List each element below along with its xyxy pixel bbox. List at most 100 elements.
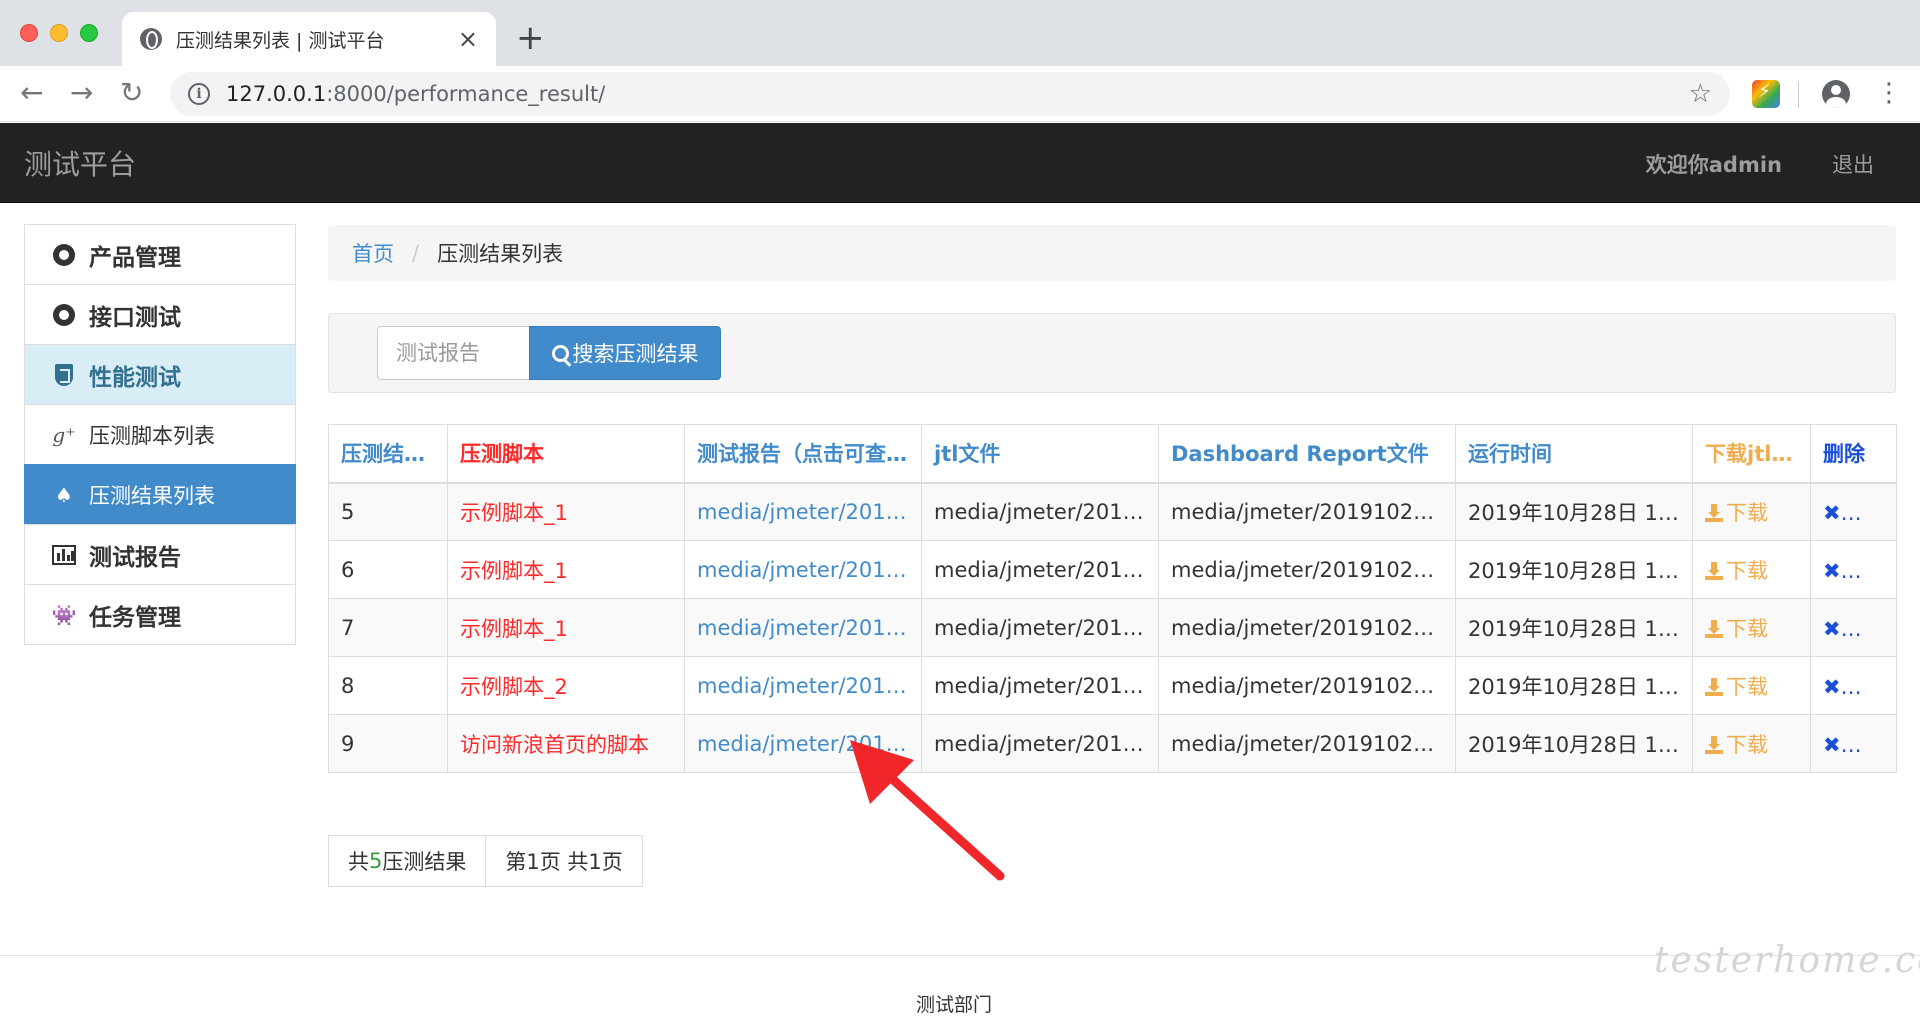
cell-id: 8	[328, 656, 448, 715]
cell-dashboard: media/jmeter/201910271…	[1158, 598, 1456, 657]
address-bar: ← → ↻ i 127.0.0.1:8000/performance_resul…	[0, 66, 1920, 122]
delete-button[interactable]: ✖删除	[1810, 714, 1897, 773]
bookmark-star-icon[interactable]: ☆	[1689, 79, 1712, 109]
count-prefix: 共	[348, 850, 369, 874]
cell-script: 示例脚本_1	[447, 540, 685, 599]
url-input[interactable]: i 127.0.0.1:8000/performance_result/ ☆	[170, 72, 1730, 116]
download-icon	[1705, 503, 1723, 522]
cell-report-link[interactable]: media/jmeter/2019…	[684, 656, 922, 715]
table-row: 6 示例脚本_1 media/jmeter/2019… media/jmeter…	[328, 540, 1897, 599]
delete-button[interactable]: ✖删除	[1810, 482, 1897, 541]
sidebar-item-label: 产品管理	[89, 244, 181, 271]
download-button[interactable]: 下载	[1692, 482, 1811, 541]
breadcrumb-home[interactable]: 首页	[352, 238, 394, 268]
cell-dashboard: media/jmeter/201910281…	[1158, 714, 1456, 773]
url-text: 127.0.0.1:8000/performance_result/	[226, 82, 1689, 106]
window-minimize-button[interactable]	[50, 24, 68, 42]
cell-script: 示例脚本_1	[447, 598, 685, 657]
delete-button[interactable]: ✖删除	[1810, 598, 1897, 657]
pagination: 共 5 压测结果 第1页 共1页	[328, 835, 643, 887]
count-suffix: 压测结果	[382, 850, 467, 874]
new-tab-button[interactable]: +	[516, 18, 545, 58]
cell-run-time: 2019年10月28日 1…	[1455, 656, 1693, 715]
reload-icon[interactable]: ↻	[120, 76, 143, 110]
brand-title[interactable]: 测试平台	[24, 143, 136, 183]
account-icon[interactable]	[1822, 80, 1850, 108]
cell-report-link[interactable]: media/jmeter/2019…	[684, 482, 922, 541]
sidebar-item-test-report[interactable]: 测试报告	[24, 524, 296, 585]
globe-icon	[140, 28, 162, 50]
bar-chart-icon	[51, 543, 77, 567]
sidebar-item-result-list[interactable]: ♠ 压测结果列表	[24, 464, 296, 525]
header-dashboard: Dashboard Report文件	[1158, 424, 1456, 484]
download-button[interactable]: 下载	[1692, 598, 1811, 657]
welcome-user[interactable]: 欢迎你admin	[1646, 149, 1782, 179]
delete-button[interactable]: ✖删除	[1810, 656, 1897, 715]
cell-run-time: 2019年10月28日 1…	[1455, 482, 1693, 541]
download-button[interactable]: 下载	[1692, 656, 1811, 715]
url-host: 127.0.0.1	[226, 82, 327, 106]
cell-report-link[interactable]: media/jmeter/2019…	[684, 540, 922, 599]
tab-close-icon[interactable]: ×	[458, 25, 478, 53]
search-button[interactable]: 搜索压测结果	[529, 326, 721, 380]
url-path: :8000/performance_result/	[326, 82, 606, 106]
sidebar-item-product-management[interactable]: 产品管理	[24, 224, 296, 285]
search-input[interactable]	[377, 326, 529, 380]
window-close-button[interactable]	[20, 24, 38, 42]
download-icon	[1705, 677, 1723, 696]
result-count: 共 5 压测结果	[328, 835, 487, 887]
download-label: 下载	[1726, 732, 1768, 757]
sidebar-item-performance-testing[interactable]: 性能测试	[24, 344, 296, 405]
footer-divider	[0, 955, 1920, 956]
logout-link[interactable]: 退出	[1832, 149, 1874, 179]
github-icon	[51, 243, 77, 267]
download-icon	[1705, 561, 1723, 580]
breadcrumb-separator: /	[412, 241, 420, 265]
cell-script: 示例脚本_2	[447, 656, 685, 715]
sidebar-item-label: 性能测试	[89, 364, 181, 391]
html5-icon	[51, 363, 77, 387]
back-arrow-icon[interactable]: ←	[20, 76, 43, 110]
download-label: 下载	[1726, 558, 1768, 583]
sidebar-item-label: 压测脚本列表	[89, 423, 215, 448]
count-number: 5	[369, 849, 383, 873]
sidebar-item-label: 任务管理	[89, 604, 181, 631]
cell-jtl: media/jmeter/2019…	[921, 482, 1159, 541]
download-label: 下载	[1726, 674, 1768, 699]
cell-dashboard: media/jmeter/201910271…	[1158, 540, 1456, 599]
close-icon: ✖	[1823, 732, 1841, 757]
extension-icon[interactable]	[1752, 80, 1780, 108]
download-button[interactable]: 下载	[1692, 714, 1811, 773]
toolbar-divider	[1798, 82, 1799, 108]
header-script: 压测脚本	[447, 424, 685, 484]
cell-report-link[interactable]: media/jmeter/2019…	[684, 598, 922, 657]
close-icon: ✖	[1823, 616, 1841, 641]
window-zoom-button[interactable]	[80, 24, 98, 42]
sidebar-item-script-list[interactable]: g⁺ 压测脚本列表	[24, 404, 296, 465]
sidebar-item-task-management[interactable]: 👾 任务管理	[24, 584, 296, 645]
header-id: 压测结果ID	[328, 424, 448, 484]
breadcrumb: 首页 / 压测结果列表	[328, 225, 1896, 281]
table-row: 7 示例脚本_1 media/jmeter/2019… media/jmeter…	[328, 598, 1897, 657]
search-panel: 搜索压测结果	[328, 313, 1896, 393]
sidebar-item-api-testing[interactable]: 接口测试	[24, 284, 296, 345]
table-row: 9 访问新浪首页的脚本 media/jmeter/2019… media/jme…	[328, 714, 1897, 773]
table-row: 5 示例脚本_1 media/jmeter/2019… media/jmeter…	[328, 482, 1897, 541]
cell-jtl: media/jmeter/2019…	[921, 540, 1159, 599]
browser-tab-bar: 压测结果列表 | 测试平台 × +	[0, 0, 1920, 66]
delete-button[interactable]: ✖删除	[1810, 540, 1897, 599]
site-info-icon[interactable]: i	[188, 83, 210, 105]
download-label: 下载	[1726, 500, 1768, 525]
pied-piper-icon: ♠	[55, 482, 73, 507]
forward-arrow-icon[interactable]: →	[70, 76, 93, 110]
more-menu-icon[interactable]: ⋮	[1876, 78, 1902, 108]
cell-run-time: 2019年10月28日 1…	[1455, 714, 1693, 773]
header-download: 下载jtl文件	[1692, 424, 1811, 484]
cell-jtl: media/jmeter/2019…	[921, 656, 1159, 715]
close-icon: ✖	[1823, 500, 1841, 525]
table-header-row: 压测结果ID 压测脚本 测试报告（点击可查看） jtl文件 Dashboard …	[328, 424, 1897, 484]
sidebar-item-label: 压测结果列表	[89, 483, 215, 508]
browser-tab[interactable]: 压测结果列表 | 测试平台 ×	[122, 12, 496, 66]
result-table: 压测结果ID 压测脚本 测试报告（点击可查看） jtl文件 Dashboard …	[328, 424, 1897, 773]
download-button[interactable]: 下载	[1692, 540, 1811, 599]
